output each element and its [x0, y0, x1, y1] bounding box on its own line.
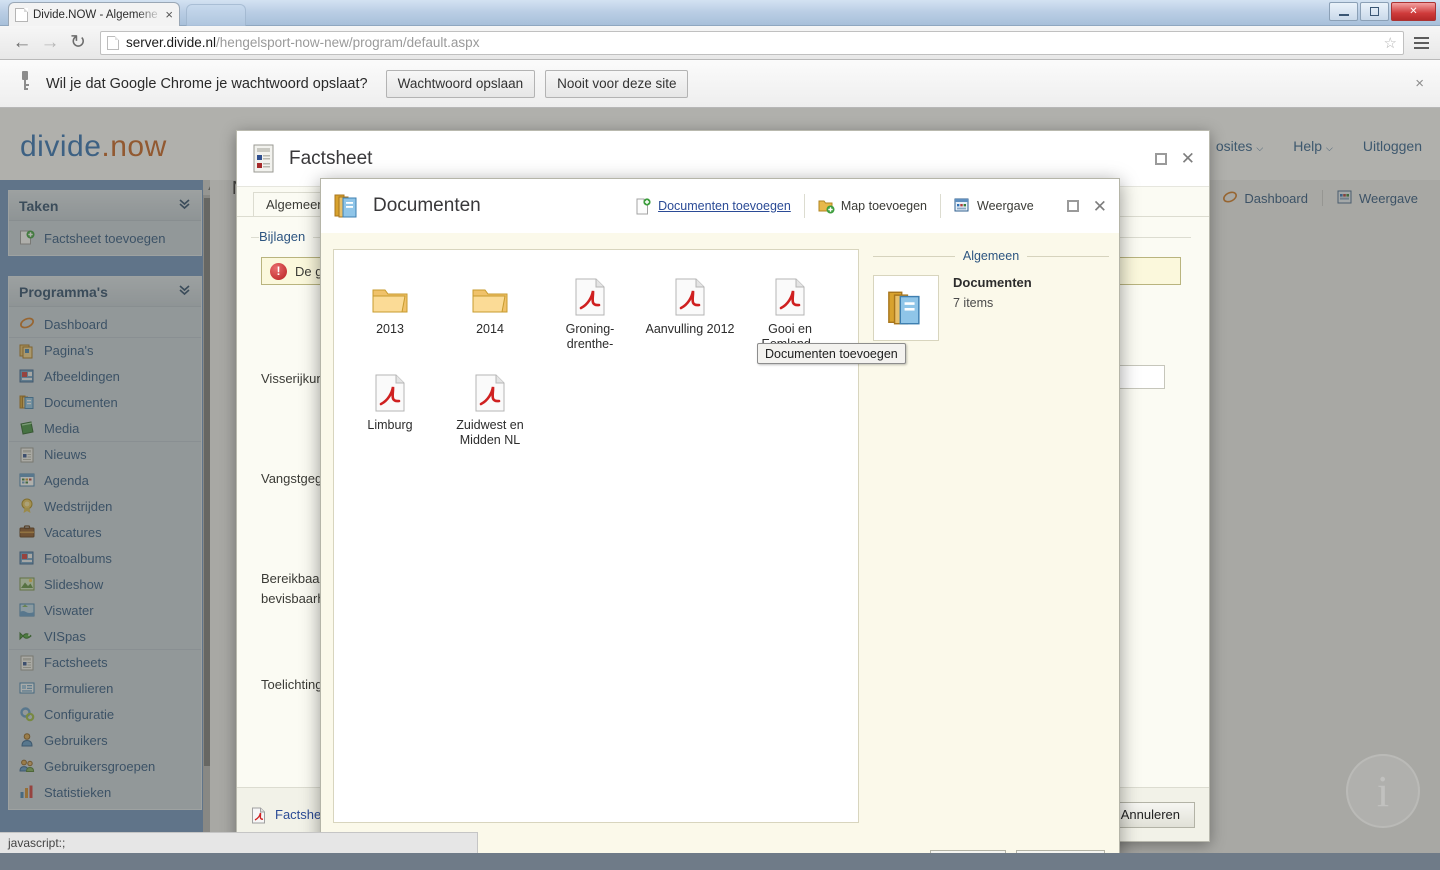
annuleren-button-documenten[interactable]: Annuleren: [1015, 850, 1105, 853]
details-row: Documenten 7 items: [873, 275, 1109, 341]
forward-icon[interactable]: →: [36, 30, 64, 56]
close-infobar-icon[interactable]: ×: [1415, 75, 1428, 92]
documenten-window-controls: ✕: [1047, 198, 1107, 215]
details-pane: Algemeen Documenten 7 items: [873, 249, 1110, 823]
fieldset-legend: Bijlagen: [259, 229, 314, 244]
factsheet-icon: [251, 144, 277, 174]
file-item[interactable]: Aanvulling 2012: [640, 264, 740, 360]
pdf-icon: [344, 368, 436, 412]
details-name: Documenten: [953, 275, 1032, 290]
page-info-icon[interactable]: [107, 35, 119, 50]
documenten-toevoegen-link[interactable]: Documenten toevoegen: [658, 199, 791, 213]
info-badge-icon[interactable]: i: [1346, 754, 1420, 828]
add-document-icon: [635, 198, 651, 215]
details-text-block: Documenten 7 items: [953, 275, 1032, 341]
file-item[interactable]: Groning-drenthe-: [540, 264, 640, 360]
pdf-icon: [744, 272, 836, 316]
folder-icon: [344, 272, 436, 316]
restore-button[interactable]: [1360, 2, 1389, 21]
map-toevoegen-tool[interactable]: Map toevoegen: [803, 194, 940, 218]
documenten-dialog-header: Documenten Documenten toevoegen Map toev…: [321, 179, 1119, 233]
screen: Divide.NOW - Algemene ... × ✕ ← → ↻ serv…: [0, 0, 1440, 870]
file-item-label: Aanvulling 2012: [645, 322, 735, 336]
close-tab-icon[interactable]: ×: [165, 8, 173, 21]
weergave-label: Weergave: [977, 199, 1034, 213]
details-item-count: 7 items: [953, 296, 994, 310]
close-icon[interactable]: ✕: [1181, 150, 1195, 167]
never-for-site-button[interactable]: Nooit voor deze site: [545, 69, 689, 98]
factsheet-window-controls: ✕: [1154, 150, 1195, 167]
file-item-label: Zuidwest en Midden NL: [456, 418, 524, 447]
maximize-icon[interactable]: [1154, 152, 1167, 165]
documenten-toevoegen-tool[interactable]: Documenten toevoegen: [622, 194, 804, 218]
minimize-button[interactable]: [1329, 2, 1358, 21]
folder-icon: [444, 272, 536, 316]
file-item[interactable]: Zuidwest en Midden NL: [440, 360, 540, 456]
bookmark-star-icon[interactable]: ☆: [1384, 34, 1397, 52]
file-item-label: 2014: [476, 322, 504, 336]
window-controls: ✕: [1329, 2, 1436, 21]
pdf-icon: [644, 272, 736, 316]
rule-left: [873, 255, 955, 257]
documenten-dialog-body: 2013 2014 Groning-drenthe- Aanvulling 2012 G…: [321, 233, 1119, 835]
documenten-dialog: Documenten Documenten toevoegen Map toev…: [320, 178, 1120, 853]
add-folder-icon: [818, 198, 835, 214]
url-host: server.divide.nl: [126, 35, 217, 50]
reload-icon[interactable]: ↻: [64, 30, 92, 56]
password-save-infobar: Wil je dat Google Chrome je wachtwoord o…: [0, 60, 1440, 108]
map-toevoegen-label: Map toevoegen: [840, 199, 927, 213]
pdf-icon: [544, 272, 636, 316]
browser-toolbar: ← → ↻ server.divide.nl/hengelsport-now-n…: [0, 26, 1440, 60]
key-icon: [12, 70, 38, 97]
file-item-label: Limburg: [367, 418, 413, 432]
view-icon: [954, 198, 970, 214]
ok-button[interactable]: OK: [929, 850, 1006, 853]
save-password-button[interactable]: Wachtwoord opslaan: [385, 69, 536, 98]
page-viewport: divide.now osites ⌵ Help ⌵ Uitloggen Taken: [0, 108, 1440, 853]
browser-titlebar: Divide.NOW - Algemene ... × ✕: [0, 0, 1440, 26]
details-legend: Algemeen: [962, 249, 1020, 263]
close-window-button[interactable]: ✕: [1391, 2, 1436, 21]
documenten-dialog-title: Documenten: [373, 195, 481, 216]
back-icon[interactable]: ←: [8, 30, 36, 56]
weergave-tool[interactable]: Weergave: [940, 194, 1047, 218]
file-item-label: 2013: [376, 322, 404, 336]
details-legend-row: Algemeen: [873, 249, 1110, 263]
file-browser-pane[interactable]: 2013 2014 Groning-drenthe- Aanvulling 2012 G…: [333, 249, 859, 823]
tab-title: Divide.NOW - Algemene ...: [33, 8, 163, 21]
maximize-icon[interactable]: [1066, 200, 1079, 212]
url-path: /hengelsport-now-new/program/default.asp…: [216, 35, 480, 50]
page-favicon: [15, 7, 28, 22]
pdf-icon: [251, 807, 267, 823]
file-item[interactable]: Limburg: [340, 360, 440, 456]
chrome-menu-icon[interactable]: [1410, 36, 1432, 49]
browser-tab[interactable]: Divide.NOW - Algemene ... ×: [8, 2, 180, 26]
documents-icon: [333, 192, 361, 220]
documenten-toolbar: Documenten toevoegen Map toevoegen Weerg…: [622, 194, 1107, 218]
factsheet-dialog-title: Factsheet: [289, 147, 373, 169]
file-item[interactable]: 2013: [340, 264, 440, 360]
details-thumbnail: [873, 275, 939, 341]
new-tab-button[interactable]: [186, 4, 246, 26]
file-item[interactable]: 2014: [440, 264, 540, 360]
infobar-message: Wil je dat Google Chrome je wachtwoord o…: [46, 75, 368, 92]
address-bar[interactable]: server.divide.nl/hengelsport-now-new/pro…: [100, 30, 1404, 55]
pdf-icon: [444, 368, 536, 412]
address-bar-url: server.divide.nl/hengelsport-now-new/pro…: [126, 35, 479, 50]
rule-right: [1027, 255, 1110, 257]
status-bar: javascript:;: [0, 832, 478, 853]
error-icon: !: [270, 262, 287, 280]
tooltip: Documenten toevoegen: [757, 343, 906, 364]
file-item-label: Groning-drenthe-: [565, 322, 615, 351]
tab-strip: Divide.NOW - Algemene ... ×: [0, 0, 1440, 26]
close-icon[interactable]: ✕: [1093, 198, 1107, 215]
field-label-toelichting: Toelichting: [261, 677, 323, 692]
